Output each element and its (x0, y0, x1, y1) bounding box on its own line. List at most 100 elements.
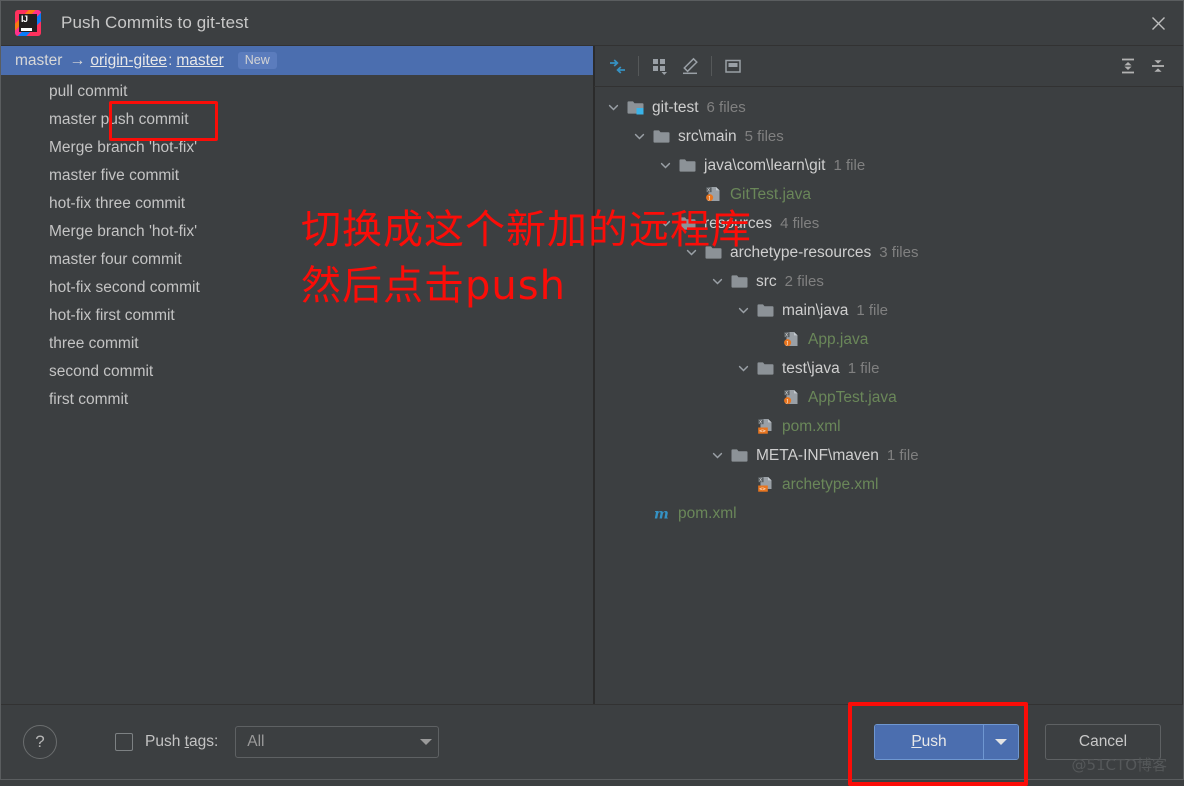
show-diff-icon[interactable] (602, 51, 632, 81)
source-branch-label: master (15, 51, 63, 69)
tree-row[interactable]: X J App.java (594, 325, 1183, 354)
tree-row[interactable]: src 2 files (594, 267, 1183, 296)
tree-row[interactable]: git-test 6 files (594, 93, 1183, 122)
footer-actions: Push Cancel (848, 702, 1165, 786)
tree-row[interactable]: java\com\learn\git 1 file (594, 151, 1183, 180)
chevron-down-icon[interactable] (656, 157, 674, 175)
chevron-down-icon[interactable] (630, 128, 648, 146)
close-icon[interactable] (1133, 1, 1183, 45)
tree-row[interactable]: archetype-resources 3 files (594, 238, 1183, 267)
svg-text:J: J (785, 398, 788, 404)
folder-icon (755, 302, 775, 320)
chevron-down-icon[interactable] (734, 302, 752, 320)
commit-list-item[interactable]: pull commit (1, 78, 593, 106)
tree-node-label: git-test (652, 98, 699, 116)
chevron-down-icon[interactable] (656, 215, 674, 233)
tree-node-label: main\java (782, 301, 849, 319)
folder-icon (677, 157, 697, 175)
commit-list-item[interactable]: second commit (1, 358, 593, 386)
commit-list-item[interactable]: Merge branch 'hot-fix' (1, 134, 593, 162)
svg-text:<>: <> (759, 428, 766, 434)
expand-all-icon[interactable] (1113, 51, 1143, 81)
collapse-all-icon[interactable] (1143, 51, 1173, 81)
module-folder-icon (625, 99, 645, 117)
tree-row[interactable]: resources 4 files (594, 209, 1183, 238)
tree-node-label: resources (704, 214, 773, 232)
remote-name-link[interactable]: origin-gitee (90, 52, 167, 70)
tree-node-count: 2 files (784, 273, 824, 290)
tree-row[interactable]: test\java 1 file (594, 354, 1183, 383)
tree-node-label: pom.xml (782, 417, 841, 435)
dialog-body: master → origin-gitee : master New pull … (1, 45, 1183, 704)
cancel-button[interactable]: Cancel (1045, 724, 1161, 760)
commit-list-item[interactable]: master five commit (1, 162, 593, 190)
tree-row[interactable]: X J AppTest.java (594, 383, 1183, 412)
push-tags-label-post: ags: (188, 733, 219, 750)
maven-file-icon: m (651, 505, 671, 523)
commit-message: master five commit (49, 167, 180, 184)
push-tags-selected-value: All (247, 733, 265, 750)
toolbar-separator (638, 56, 639, 76)
tree-node-label: test\java (782, 359, 840, 377)
commit-list-item[interactable]: hot-fix second commit (1, 274, 593, 302)
tree-row[interactable]: main\java 1 file (594, 296, 1183, 325)
commit-message: pull commit (49, 83, 128, 100)
folder-icon (703, 244, 723, 262)
commit-list-item[interactable]: three commit (1, 330, 593, 358)
java-file-icon: XJ (781, 389, 801, 407)
chevron-down-icon[interactable] (604, 99, 622, 117)
chevron-down-icon[interactable] (682, 244, 700, 262)
tree-node-label: archetype.xml (782, 475, 879, 493)
commit-list-item[interactable]: master push commit (1, 106, 593, 134)
push-label-post: ush (921, 733, 947, 750)
folder-icon (729, 273, 749, 291)
push-tags-select[interactable]: All (235, 726, 440, 758)
xml-file-icon: X <> (755, 476, 775, 494)
new-branch-badge: New (237, 51, 277, 70)
commit-list-item[interactable]: master four commit (1, 246, 593, 274)
commit-list: pull commit master push commit Merge branc… (1, 75, 593, 414)
folder-icon (755, 360, 775, 378)
intellij-idea-logo-icon: IJ (15, 10, 41, 36)
chevron-down-icon[interactable] (708, 273, 726, 291)
tree-row[interactable]: X <> pom.xml (594, 412, 1183, 441)
folder-icon (651, 128, 671, 146)
commit-list-item[interactable]: hot-fix three commit (1, 190, 593, 218)
chevron-down-icon[interactable] (708, 447, 726, 465)
chevron-down-icon (420, 739, 433, 745)
folder-icon (677, 215, 697, 233)
help-button[interactable]: ? (23, 725, 57, 759)
push-label-mnemonic: P (911, 733, 922, 750)
commit-message: first commit (49, 391, 129, 408)
tree-row[interactable]: X J GitTest.java (594, 180, 1183, 209)
xml-file-icon: X <> (755, 418, 775, 436)
dialog-titlebar: IJ Push Commits to git-test (1, 1, 1183, 45)
target-branch-link[interactable]: master (176, 52, 223, 70)
tree-row[interactable]: src\main 5 files (594, 122, 1183, 151)
edit-icon[interactable] (675, 51, 705, 81)
java-file-icon: XJ (781, 331, 801, 349)
dialog-title: Push Commits to git-test (61, 13, 249, 32)
svg-text:J: J (707, 195, 710, 201)
spec-separator: : (168, 51, 173, 69)
commit-list-item[interactable]: Merge branch 'hot-fix' (1, 218, 593, 246)
tree-row[interactable]: m pom.xml (594, 499, 1183, 528)
tree-node-label: java\com\learn\git (704, 156, 826, 174)
push-tags-checkbox[interactable] (115, 733, 133, 751)
commit-list-item[interactable]: hot-fix first commit (1, 302, 593, 330)
tree-node-count: 6 files (706, 99, 746, 116)
tree-row[interactable]: META-INF\maven 1 file (594, 441, 1183, 470)
preview-icon[interactable] (718, 51, 748, 81)
commit-message: hot-fix first commit (49, 307, 175, 324)
tree-row[interactable]: X <> archetype.xml (594, 470, 1183, 499)
group-by-icon[interactable] (645, 51, 675, 81)
svg-text:X: X (785, 391, 788, 397)
tree-node-label: pom.xml (678, 504, 737, 522)
chevron-down-icon[interactable] (734, 360, 752, 378)
commit-list-item[interactable]: first commit (1, 386, 593, 414)
push-spec-row[interactable]: master → origin-gitee : master New (1, 46, 593, 75)
push-options-dropdown[interactable] (983, 725, 1018, 759)
tree-node-label: GitTest.java (730, 185, 811, 203)
push-button[interactable]: Push (875, 725, 983, 759)
arrow-icon: → (69, 51, 86, 69)
